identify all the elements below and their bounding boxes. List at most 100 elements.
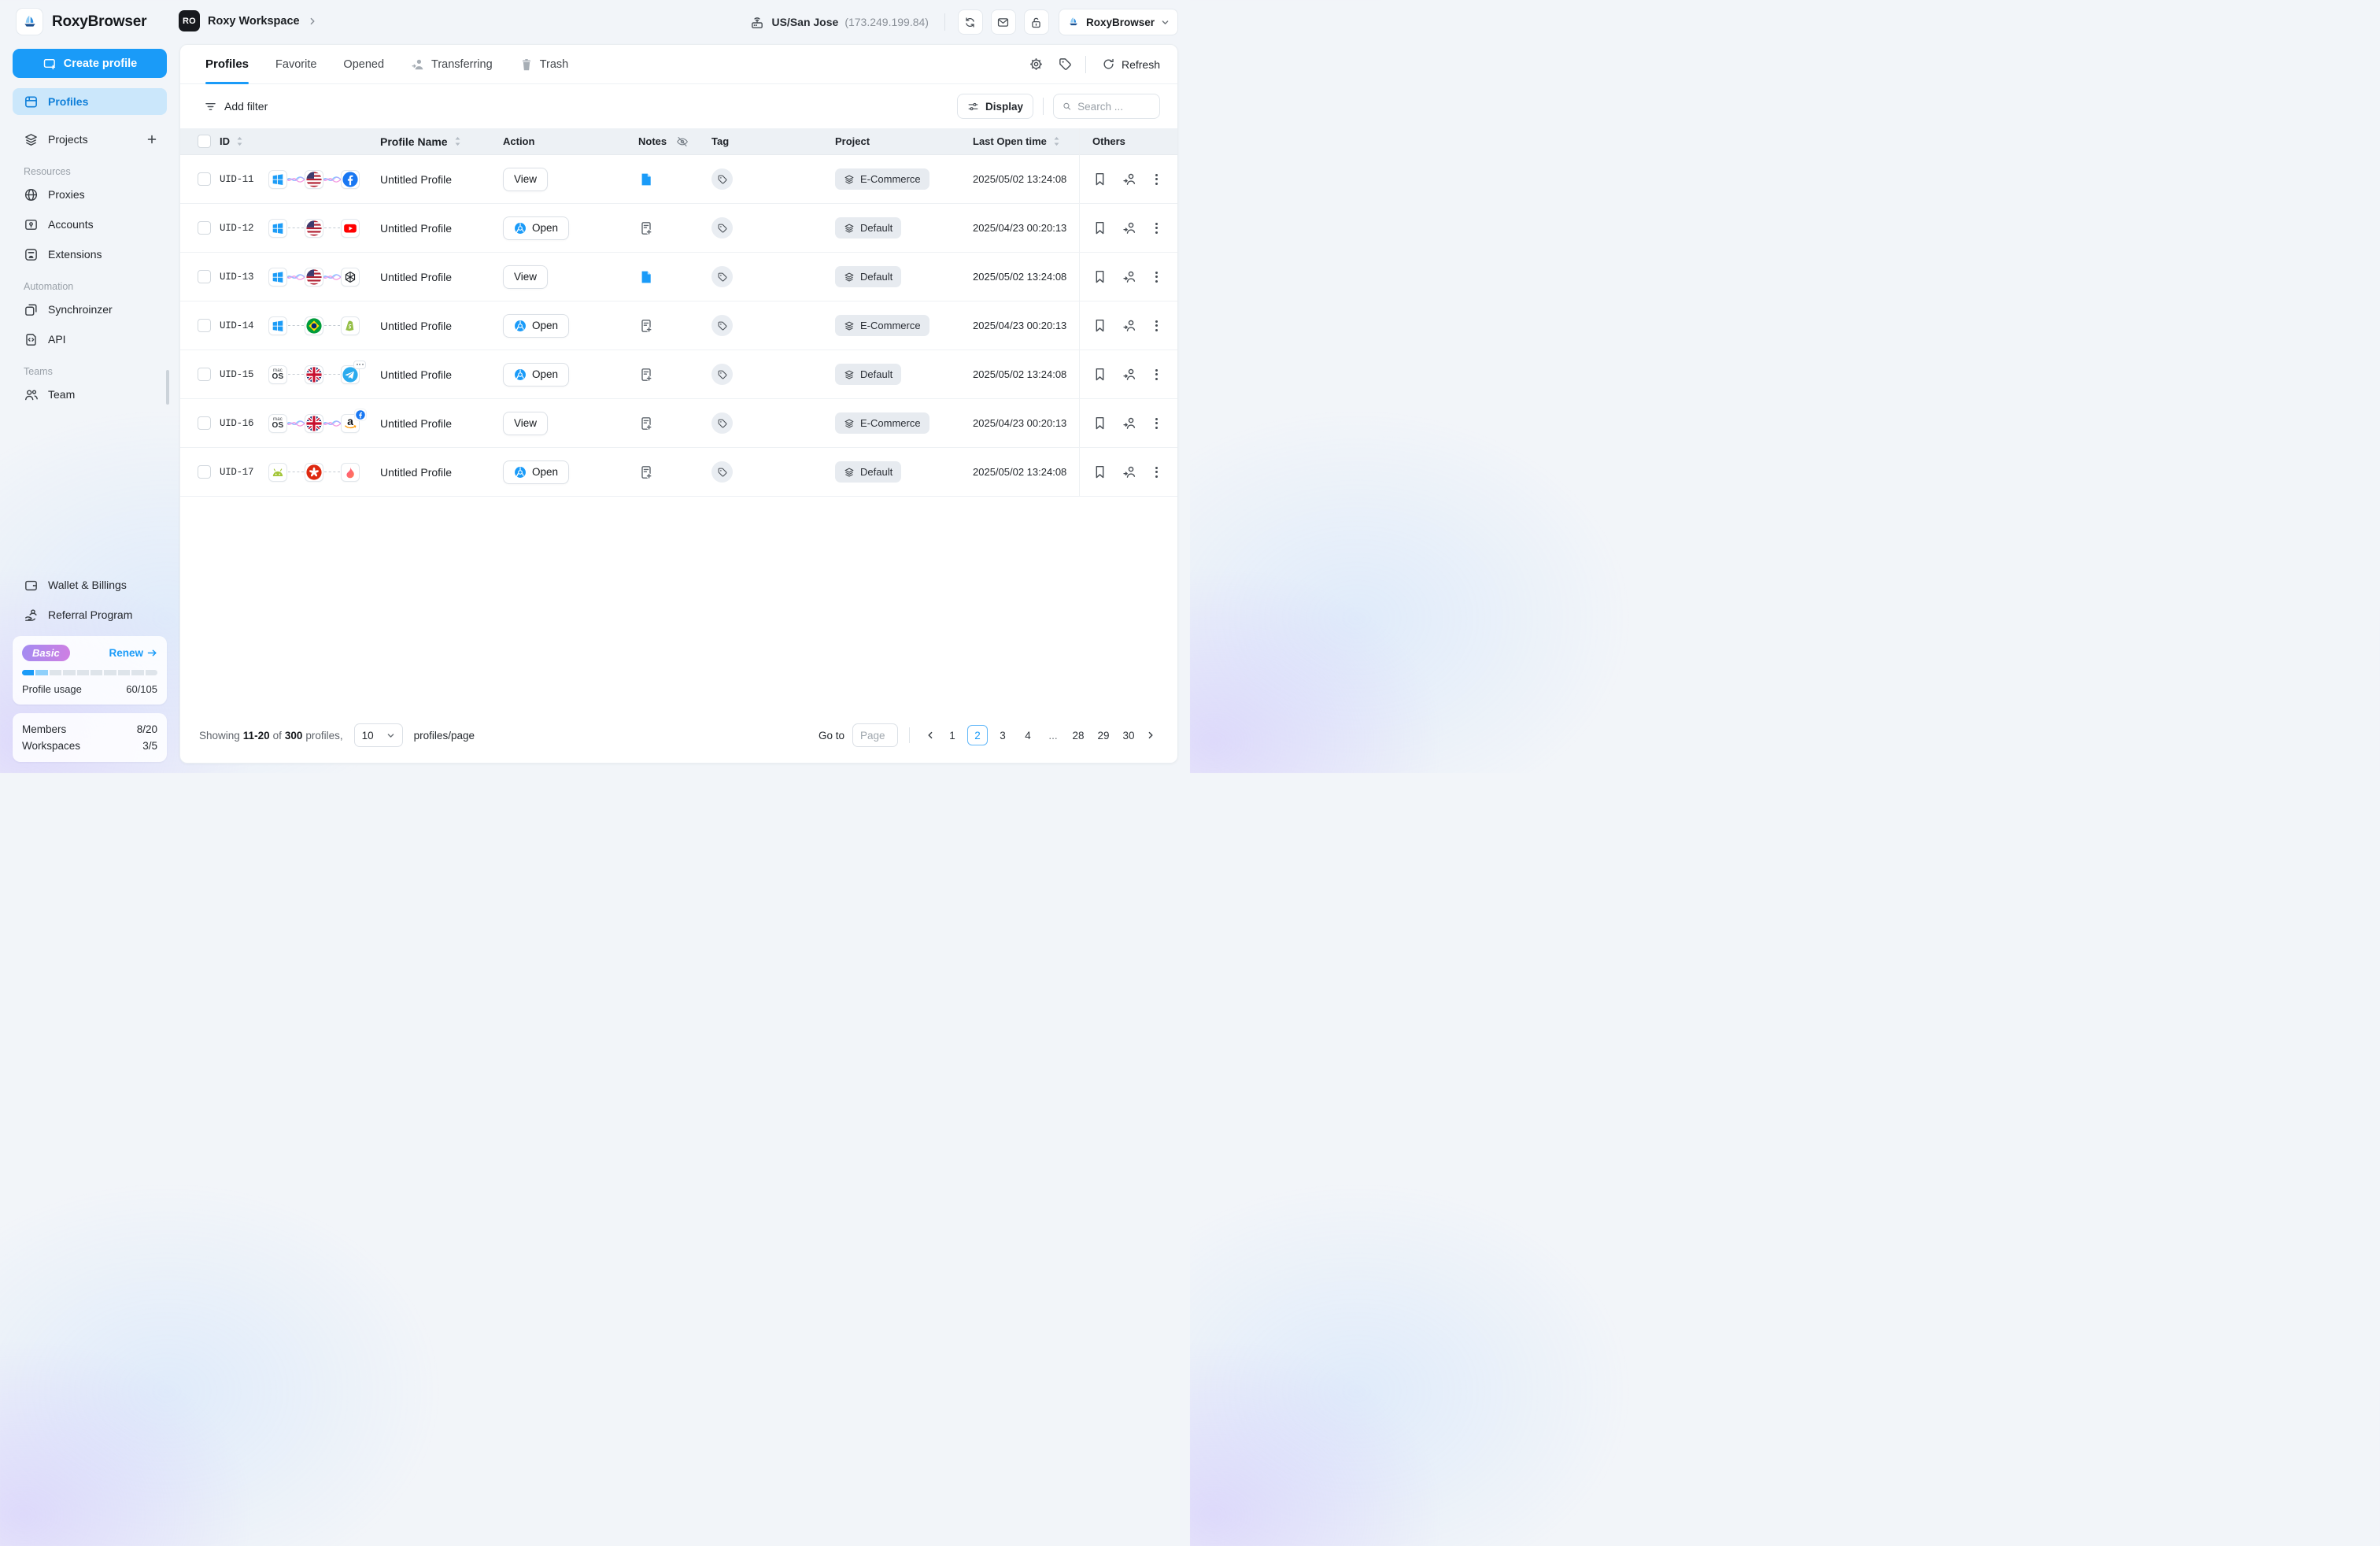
eye-off-icon[interactable]: [675, 135, 689, 149]
tag-icon[interactable]: [711, 315, 733, 336]
tab-opened[interactable]: Opened: [343, 45, 384, 83]
table-row[interactable]: UID-12 Untitled Profile Open Default 202…: [180, 204, 1177, 253]
project-badge[interactable]: E-Commerce: [835, 412, 929, 434]
next-page-button[interactable]: [1141, 725, 1160, 745]
more-actions-icon[interactable]: [1152, 221, 1161, 235]
tab-trash[interactable]: Trash: [519, 45, 569, 83]
add-note-icon[interactable]: [638, 367, 654, 383]
tag-icon[interactable]: [711, 217, 733, 239]
proxy-ip-indicator[interactable]: US/San Jose (173.249.199.84): [749, 14, 928, 30]
sidebar-item-extensions[interactable]: Extensions: [13, 241, 167, 268]
sort-icon[interactable]: [454, 136, 461, 146]
row-checkbox[interactable]: [198, 368, 211, 381]
sidebar-item-api[interactable]: API: [13, 326, 167, 353]
prev-page-button[interactable]: [921, 725, 940, 745]
transfer-profile-icon[interactable]: [1122, 269, 1137, 284]
project-badge[interactable]: E-Commerce: [835, 315, 929, 336]
bookmark-icon[interactable]: [1092, 220, 1107, 235]
add-note-icon[interactable]: [638, 464, 654, 480]
more-actions-icon[interactable]: [1152, 465, 1161, 479]
project-badge[interactable]: Default: [835, 364, 901, 385]
table-row[interactable]: UID-13 Untitled Profile View Default 202…: [180, 253, 1177, 301]
bookmark-icon[interactable]: [1092, 318, 1107, 333]
more-actions-icon[interactable]: [1152, 172, 1161, 187]
more-actions-icon[interactable]: [1152, 270, 1161, 284]
add-filter-button[interactable]: Add filter: [204, 100, 268, 113]
bookmark-icon[interactable]: [1092, 367, 1107, 382]
view-button[interactable]: View: [503, 265, 548, 289]
sort-icon[interactable]: [1053, 136, 1060, 146]
open-button[interactable]: Open: [503, 460, 569, 484]
add-note-icon[interactable]: [638, 318, 654, 334]
tag-icon[interactable]: [711, 168, 733, 190]
more-actions-icon[interactable]: [1152, 368, 1161, 382]
row-checkbox[interactable]: [198, 465, 211, 479]
page-button-4[interactable]: 4: [1018, 725, 1038, 745]
sidebar-item-referral-program[interactable]: Referral Program: [13, 601, 167, 628]
select-all-checkbox[interactable]: [198, 135, 211, 148]
tag-icon[interactable]: [711, 461, 733, 483]
tab-profiles[interactable]: Profiles: [205, 45, 249, 83]
note-icon[interactable]: [638, 269, 654, 285]
view-button[interactable]: View: [503, 168, 548, 191]
workspace-switcher[interactable]: RO Roxy Workspace: [179, 10, 317, 31]
tab-favorite[interactable]: Favorite: [275, 45, 316, 83]
bookmark-icon[interactable]: [1092, 464, 1107, 479]
row-checkbox[interactable]: [198, 319, 211, 332]
sidebar-scrollbar[interactable]: [166, 370, 169, 405]
row-checkbox[interactable]: [198, 270, 211, 283]
create-profile-button[interactable]: Create profile: [13, 49, 167, 78]
open-button[interactable]: Open: [503, 363, 569, 386]
bookmark-icon[interactable]: [1092, 269, 1107, 284]
note-icon[interactable]: [638, 172, 654, 187]
table-row[interactable]: UID-15 macOS Untitled Profile Open Defau…: [180, 350, 1177, 399]
renew-link[interactable]: Renew: [109, 647, 157, 659]
page-size-select[interactable]: 10: [354, 723, 403, 747]
table-row[interactable]: UID-11 Untitled Profile View E-Commerce …: [180, 155, 1177, 204]
row-checkbox[interactable]: [198, 416, 211, 430]
sidebar-item-accounts[interactable]: Accounts: [13, 211, 167, 238]
sidebar-item-team[interactable]: Team: [13, 381, 167, 408]
sidebar-item-synchronizer[interactable]: Synchroinzer: [13, 296, 167, 323]
mail-button[interactable]: [991, 9, 1016, 35]
bookmark-icon[interactable]: [1092, 172, 1107, 187]
page-button-30[interactable]: 30: [1118, 725, 1139, 745]
tag-icon[interactable]: [711, 412, 733, 434]
sidebar-item-projects[interactable]: Projects: [13, 126, 167, 153]
open-button[interactable]: Open: [503, 216, 569, 240]
goto-page-input[interactable]: [852, 723, 898, 747]
transfer-profile-icon[interactable]: [1122, 220, 1137, 235]
transfer-profile-icon[interactable]: [1122, 367, 1137, 382]
transfer-profile-icon[interactable]: [1122, 416, 1137, 431]
open-button[interactable]: Open: [503, 314, 569, 338]
project-badge[interactable]: Default: [835, 266, 901, 287]
transfer-profile-icon[interactable]: [1122, 172, 1137, 187]
project-badge[interactable]: Default: [835, 461, 901, 483]
page-button-2-active[interactable]: 2: [967, 725, 988, 745]
page-button-28[interactable]: 28: [1068, 725, 1088, 745]
page-button-29[interactable]: 29: [1093, 725, 1114, 745]
sync-button[interactable]: [958, 9, 983, 35]
sort-icon[interactable]: [236, 136, 243, 146]
add-project-icon[interactable]: [146, 134, 157, 145]
search-input[interactable]: [1077, 101, 1151, 113]
tag-icon[interactable]: [711, 266, 733, 287]
more-actions-icon[interactable]: [1152, 319, 1161, 333]
add-note-icon[interactable]: [638, 220, 654, 236]
table-row[interactable]: UID-17 Untitled Profile Open Default 202…: [180, 448, 1177, 497]
project-badge[interactable]: E-Commerce: [835, 168, 929, 190]
tag-icon[interactable]: [711, 364, 733, 385]
settings-gear-icon[interactable]: [1029, 57, 1044, 72]
sidebar-item-profiles[interactable]: Profiles: [13, 88, 167, 115]
table-row[interactable]: UID-16 macOS a Untitled Profile View E-C…: [180, 399, 1177, 448]
row-checkbox[interactable]: [198, 221, 211, 235]
view-button[interactable]: View: [503, 412, 548, 435]
lock-button[interactable]: [1024, 9, 1049, 35]
row-checkbox[interactable]: [198, 172, 211, 186]
table-row[interactable]: UID-14 Untitled Profile Open E-Commerce …: [180, 301, 1177, 350]
add-note-icon[interactable]: [638, 416, 654, 431]
sidebar-item-wallet-billings[interactable]: Wallet & Billings: [13, 571, 167, 598]
transfer-profile-icon[interactable]: [1122, 318, 1137, 333]
tag-manager-icon[interactable]: [1058, 57, 1073, 72]
bookmark-icon[interactable]: [1092, 416, 1107, 431]
